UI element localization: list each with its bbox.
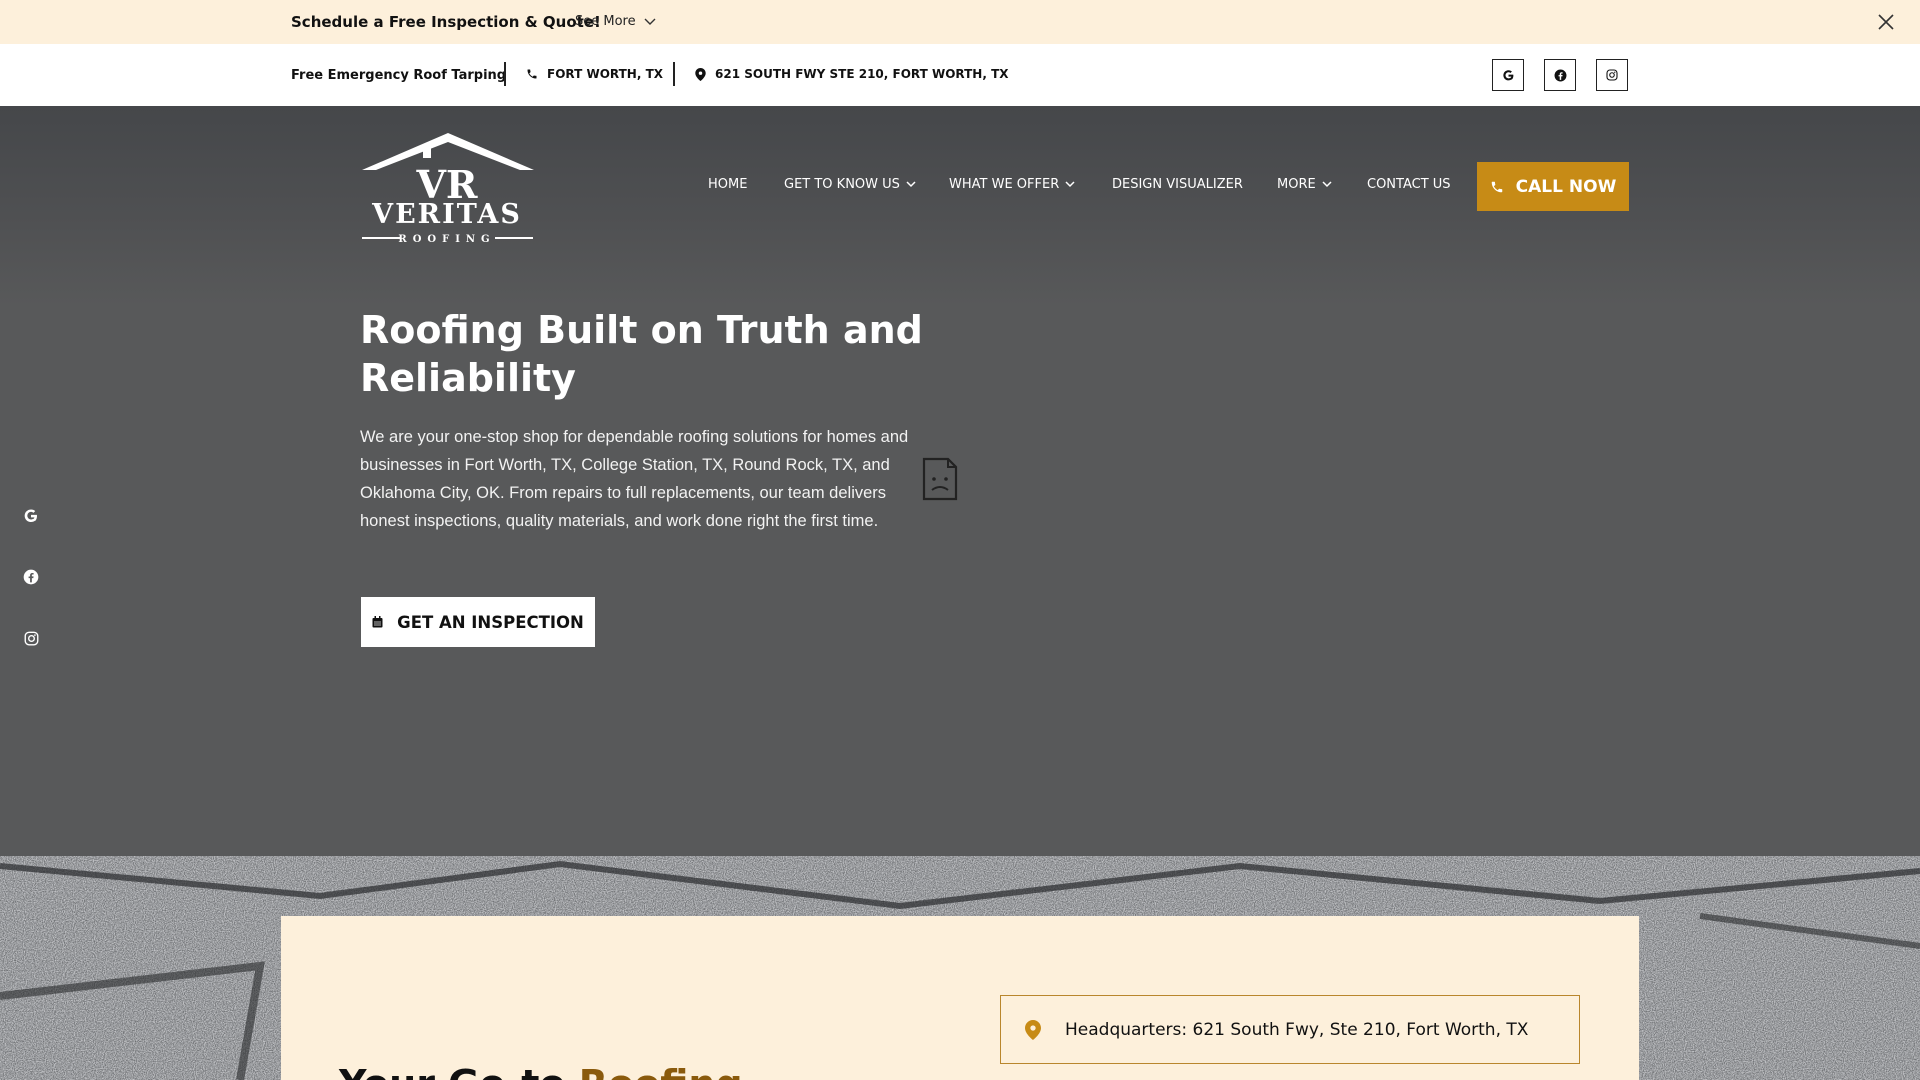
veritas-roofing-logo[interactable]: VR VERITAS ROOFING (360, 130, 535, 245)
google-icon (24, 509, 37, 522)
nav-design-visualizer[interactable]: DESIGN VISUALIZER (1112, 177, 1243, 192)
hero-section (0, 106, 1920, 856)
section-heading: Your Go-to Roofing (339, 1062, 743, 1080)
info-bar: Free Emergency Roof Tarping FORT WORTH, … (0, 44, 1920, 106)
phone-icon (527, 69, 537, 79)
chevron-down-icon (1322, 181, 1332, 188)
nav-home[interactable]: HOME (708, 177, 747, 192)
nav-what-we-offer[interactable]: WHAT WE OFFER (949, 177, 1075, 192)
chevron-down-icon (906, 181, 916, 188)
divider (673, 62, 675, 86)
nav-contact-label: CONTACT US (1367, 177, 1451, 192)
phone-icon (1491, 181, 1502, 192)
close-icon[interactable] (1876, 12, 1896, 32)
headquarters-box: Headquarters: 621 South Fwy, Ste 210, Fo… (1000, 995, 1580, 1064)
nav-more[interactable]: MORE (1277, 177, 1332, 192)
hero-description: We are your one-stop shop for dependable… (360, 428, 909, 530)
side-instagram-link[interactable] (20, 627, 42, 649)
instagram-icon (1606, 69, 1618, 81)
map-pin-icon (1025, 1019, 1041, 1040)
see-more-label: See More (575, 14, 636, 29)
announcement-text: Schedule a Free Inspection & Quote! (291, 13, 601, 31)
instagram-icon (24, 631, 38, 645)
call-now-label: CALL NOW (1515, 176, 1617, 197)
emergency-tarping-text: Free Emergency Roof Tarping (291, 68, 507, 83)
announcement-bar: Schedule a Free Inspection & Quote! See … (0, 0, 1920, 44)
nav-visualizer-label: DESIGN VISUALIZER (1112, 177, 1243, 192)
headquarters-text: Headquarters: 621 South Fwy, Ste 210, Fo… (1065, 1019, 1529, 1040)
nav-more-label: MORE (1277, 177, 1316, 192)
calendar-icon (372, 616, 383, 628)
phone-location-label: FORT WORTH, TX (547, 67, 664, 81)
see-more-toggle[interactable]: See More (575, 14, 656, 29)
call-now-button[interactable]: CALL NOW (1477, 162, 1629, 211)
facebook-icon (23, 569, 39, 585)
address-label: 621 SOUTH FWY STE 210, FORT WORTH, TX (715, 67, 1009, 81)
side-google-link[interactable] (20, 505, 42, 527)
nav-offer-label: WHAT WE OFFER (949, 177, 1060, 192)
nav-about-label: GET TO KNOW US (784, 177, 900, 192)
google-link[interactable] (1492, 59, 1524, 91)
hero-title: Roofing Built on Truth and Reliability (360, 308, 923, 400)
instagram-link[interactable] (1596, 59, 1628, 91)
side-facebook-link[interactable] (20, 566, 42, 588)
svg-text:ROOFING: ROOFING (398, 234, 495, 245)
nav-get-to-know-us[interactable]: GET TO KNOW US (784, 177, 916, 192)
nav-contact-us[interactable]: CONTACT US (1367, 177, 1451, 192)
phone-location-link[interactable]: FORT WORTH, TX (526, 67, 663, 81)
map-pin-icon (695, 67, 706, 81)
get-inspection-button[interactable]: GET AN INSPECTION (361, 597, 595, 647)
nav-home-label: HOME (708, 177, 748, 192)
chevron-down-icon (644, 18, 656, 25)
svg-text:VERITAS: VERITAS (371, 199, 522, 230)
broken-image-icon (922, 457, 958, 501)
section-heading-accent: Roofing (579, 1062, 743, 1080)
divider (504, 62, 506, 86)
chevron-down-icon (1065, 181, 1075, 188)
section-heading-text: Your Go-to (339, 1062, 579, 1080)
facebook-icon (1554, 69, 1566, 81)
get-inspection-label: GET AN INSPECTION (397, 612, 584, 632)
facebook-link[interactable] (1544, 59, 1576, 91)
google-icon (1502, 69, 1513, 80)
address-link[interactable]: 621 SOUTH FWY STE 210, FORT WORTH, TX (695, 67, 1009, 81)
